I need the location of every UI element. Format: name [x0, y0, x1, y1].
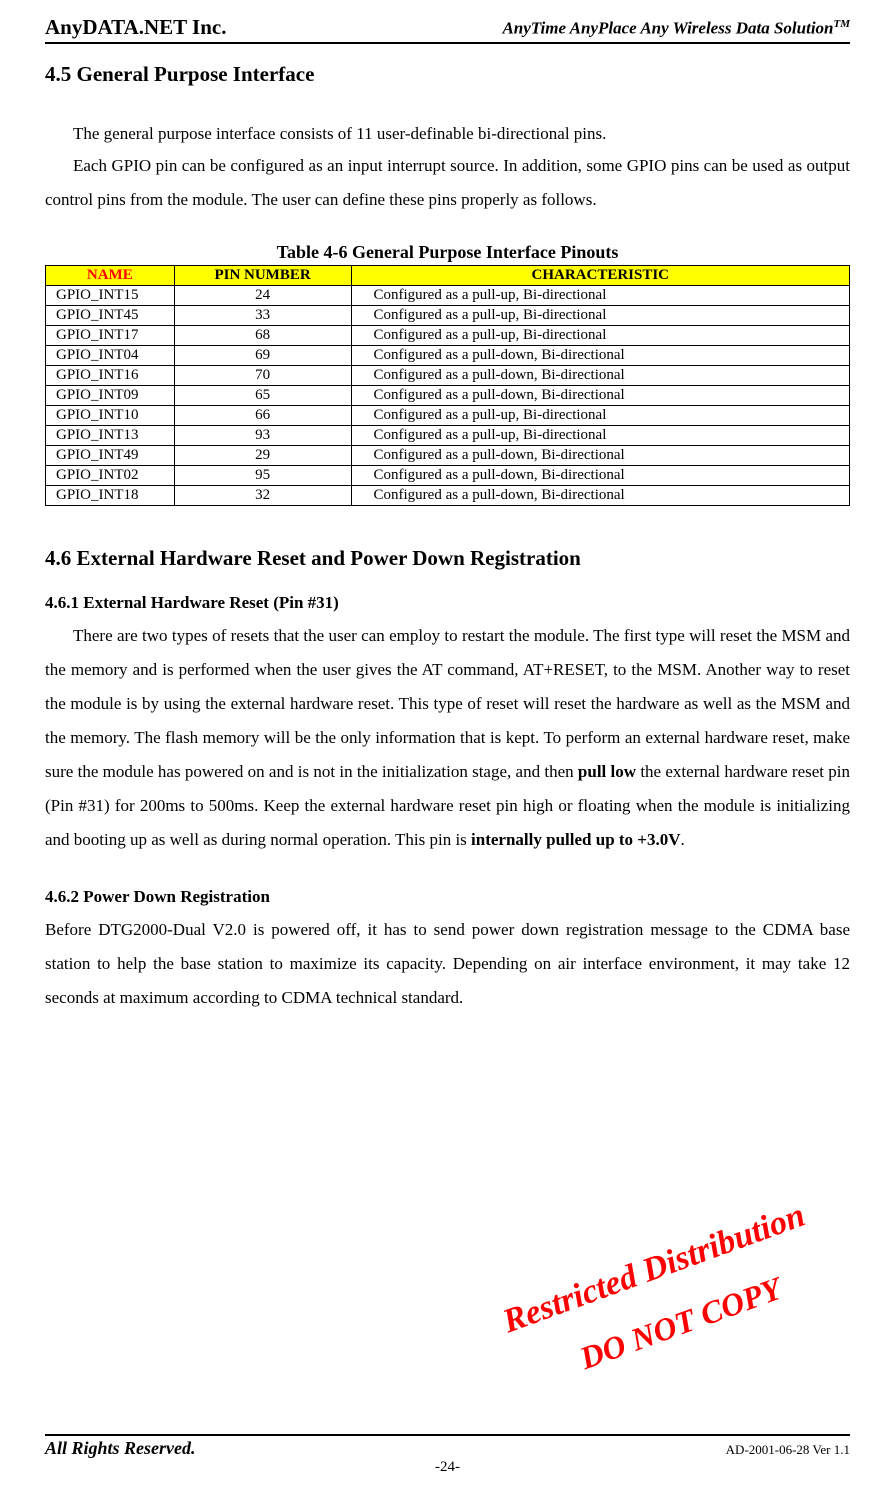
tagline-tm: TM — [834, 18, 851, 30]
cell-char: Configured as a pull-up, Bi-directional — [351, 286, 850, 306]
company-name: AnyDATA.NET Inc. — [45, 15, 226, 40]
section-4-5-para-2-text: Each GPIO pin can be configured as an in… — [45, 156, 850, 209]
cell-char: Configured as a pull-up, Bi-directional — [351, 306, 850, 326]
th-char: CHARACTERISTIC — [351, 266, 850, 286]
table-row: GPIO_INT1768Configured as a pull-up, Bi-… — [46, 326, 850, 346]
th-name: NAME — [46, 266, 175, 286]
th-pin: PIN NUMBER — [174, 266, 351, 286]
page-footer: All Rights Reserved. AD-2001-06-28 Ver 1… — [45, 1434, 850, 1476]
section-4-5-para-2: Each GPIO pin can be configured as an in… — [45, 149, 850, 217]
cell-pin: 33 — [174, 306, 351, 326]
cell-char: Configured as a pull-down, Bi-directiona… — [351, 386, 850, 406]
section-4-6-title: 4.6 External Hardware Reset and Power Do… — [45, 546, 850, 571]
tagline: AnyTime AnyPlace Any Wireless Data Solut… — [502, 18, 850, 39]
table-row: GPIO_INT4929Configured as a pull-down, B… — [46, 446, 850, 466]
cell-name: GPIO_INT15 — [46, 286, 175, 306]
table-row: GPIO_INT0295Configured as a pull-down, B… — [46, 466, 850, 486]
cell-char: Configured as a pull-up, Bi-directional — [351, 406, 850, 426]
section-4-5-para-1: The general purpose interface consists o… — [45, 117, 850, 151]
cell-char: Configured as a pull-down, Bi-directiona… — [351, 486, 850, 506]
cell-pin: 24 — [174, 286, 351, 306]
cell-char: Configured as a pull-down, Bi-directiona… — [351, 366, 850, 386]
cell-char: Configured as a pull-up, Bi-directional — [351, 326, 850, 346]
cell-char: Configured as a pull-down, Bi-directiona… — [351, 466, 850, 486]
cell-pin: 66 — [174, 406, 351, 426]
para-text-a: There are two types of resets that the u… — [45, 626, 850, 781]
cell-name: GPIO_INT18 — [46, 486, 175, 506]
table-row: GPIO_INT1524Configured as a pull-up, Bi-… — [46, 286, 850, 306]
cell-name: GPIO_INT45 — [46, 306, 175, 326]
page-header: AnyDATA.NET Inc. AnyTime AnyPlace Any Wi… — [45, 15, 850, 44]
footer-version: AD-2001-06-28 Ver 1.1 — [726, 1442, 850, 1458]
cell-pin: 93 — [174, 426, 351, 446]
watermark-do-not-copy: DO NOT COPY — [575, 1270, 786, 1377]
cell-char: Configured as a pull-down, Bi-directiona… — [351, 346, 850, 366]
watermark-restricted: Restricted Distribution — [498, 1197, 810, 1342]
table-header-row: NAME PIN NUMBER CHARACTERISTIC — [46, 266, 850, 286]
cell-pin: 69 — [174, 346, 351, 366]
table-row: GPIO_INT1393Configured as a pull-up, Bi-… — [46, 426, 850, 446]
para-text-c: . — [681, 830, 685, 849]
cell-pin: 70 — [174, 366, 351, 386]
bold-pulled-up: internally pulled up to +3.0V — [471, 830, 680, 849]
cell-name: GPIO_INT04 — [46, 346, 175, 366]
section-4-6-2-title: 4.6.2 Power Down Registration — [45, 887, 850, 907]
page-number: -24- — [45, 1459, 850, 1476]
bold-pull-low: pull low — [578, 762, 636, 781]
cell-name: GPIO_INT02 — [46, 466, 175, 486]
table-row: GPIO_INT0469Configured as a pull-down, B… — [46, 346, 850, 366]
section-4-6-2-para: Before DTG2000-Dual V2.0 is powered off,… — [45, 913, 850, 1015]
table-row: GPIO_INT1832Configured as a pull-down, B… — [46, 486, 850, 506]
section-4-6-1-title: 4.6.1 External Hardware Reset (Pin #31) — [45, 593, 850, 613]
cell-pin: 29 — [174, 446, 351, 466]
table-row: GPIO_INT0965Configured as a pull-down, B… — [46, 386, 850, 406]
table-row: GPIO_INT1066Configured as a pull-up, Bi-… — [46, 406, 850, 426]
cell-pin: 32 — [174, 486, 351, 506]
cell-char: Configured as a pull-up, Bi-directional — [351, 426, 850, 446]
cell-name: GPIO_INT17 — [46, 326, 175, 346]
cell-char: Configured as a pull-down, Bi-directiona… — [351, 446, 850, 466]
table-4-6: NAME PIN NUMBER CHARACTERISTIC GPIO_INT1… — [45, 265, 850, 506]
cell-pin: 95 — [174, 466, 351, 486]
table-row: GPIO_INT1670Configured as a pull-down, B… — [46, 366, 850, 386]
cell-name: GPIO_INT16 — [46, 366, 175, 386]
section-4-5-title: 4.5 General Purpose Interface — [45, 62, 850, 87]
table-row: GPIO_INT4533Configured as a pull-up, Bi-… — [46, 306, 850, 326]
cell-pin: 68 — [174, 326, 351, 346]
footer-rights: All Rights Reserved. — [45, 1438, 196, 1459]
cell-name: GPIO_INT09 — [46, 386, 175, 406]
cell-name: GPIO_INT49 — [46, 446, 175, 466]
cell-name: GPIO_INT10 — [46, 406, 175, 426]
section-4-6-1-para: There are two types of resets that the u… — [45, 619, 850, 857]
cell-pin: 65 — [174, 386, 351, 406]
cell-name: GPIO_INT13 — [46, 426, 175, 446]
tagline-text: AnyTime AnyPlace Any Wireless Data Solut… — [502, 19, 833, 38]
table-4-6-caption: Table 4-6 General Purpose Interface Pino… — [45, 242, 850, 263]
